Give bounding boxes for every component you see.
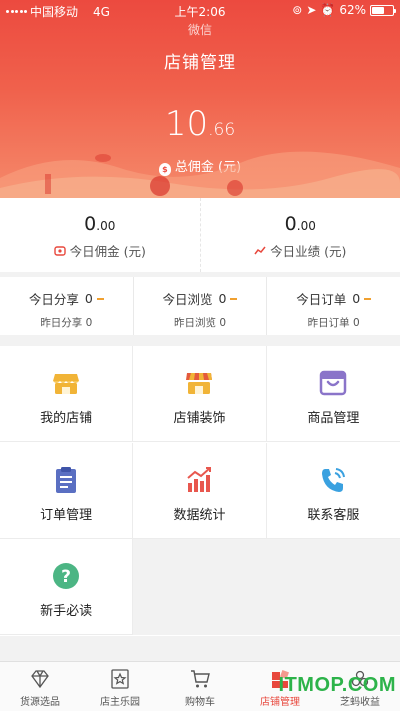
battery-percent: 62%	[339, 3, 366, 17]
menu-contact-support-label: 联系客服	[307, 507, 360, 523]
menu-contact-support[interactable]: 联系客服	[266, 442, 400, 539]
page-title: 店铺管理	[164, 53, 236, 73]
today-commission-dec: .00	[96, 219, 116, 233]
app-name: 微信	[187, 23, 212, 37]
store-decor-icon	[186, 373, 213, 394]
menu-store-decoration-label: 店铺装饰	[173, 411, 226, 426]
today-performance-value: 0.00	[201, 213, 400, 235]
today-commission-label-text: 今日佣金 (元)	[69, 244, 146, 259]
menu-data-statistics-label: 数据统计	[173, 507, 226, 523]
menu-my-store-label: 我的店铺	[40, 411, 93, 426]
cart-icon	[191, 670, 210, 688]
trend-dash-icon	[96, 297, 104, 300]
metric-views-label: 今日浏览	[162, 292, 213, 307]
star-badge-icon	[111, 669, 129, 689]
metric-orders-main: 今日订单 0	[267, 289, 400, 308]
help-icon: ?	[53, 563, 80, 590]
svg-text:?: ?	[61, 567, 71, 587]
clipboard-icon	[56, 466, 77, 493]
daily-metrics: 今日分享 0 昨日分享 0 今日浏览 0 昨日浏览 0 今日订单 0 昨日订单 0	[0, 277, 400, 335]
menu-goods-management[interactable]: 商品管理	[266, 346, 400, 442]
menu-order-management-label: 订单管理	[40, 507, 93, 523]
metric-views-main: 今日浏览 0	[134, 289, 267, 308]
metric-orders-value: 0	[352, 291, 361, 306]
menu-data-statistics[interactable]: 数据统计	[133, 442, 267, 539]
phone-icon	[322, 467, 346, 492]
diamond-icon	[31, 670, 49, 689]
metric-views[interactable]: 今日浏览 0 昨日浏览 0	[132, 277, 267, 335]
tab-cart-label: 购物车	[185, 697, 215, 708]
metric-views-yesterday: 昨日浏览 0	[173, 317, 227, 329]
today-summary: 0.00 今日佣金 (元) 0.00 今日业绩 (元)	[0, 198, 400, 272]
landscape-decoration	[0, 151, 400, 198]
store-icon	[53, 374, 80, 394]
today-commission-value: 0.00	[0, 213, 200, 235]
trend-dash-icon	[364, 297, 372, 300]
metric-share-value: 0	[84, 291, 93, 306]
rotation-lock-icon: ⊚	[292, 3, 303, 17]
menu-order-management[interactable]: 订单管理	[0, 442, 134, 539]
metric-share-label: 今日分享	[28, 292, 79, 307]
today-performance-label-text: 今日业绩 (元)	[270, 244, 347, 259]
metric-orders-yesterday: 昨日订单 0	[307, 317, 360, 329]
metric-share-main: 今日分享 0	[0, 289, 133, 308]
tab-source-products[interactable]: 货源选品	[0, 662, 80, 711]
alarm-icon: ⏰	[320, 3, 336, 17]
bottom-tab-bar: 货源选品 店主乐园 购物车 店铺管理 芝蚂收益 ITMOP.COM	[0, 661, 400, 711]
today-performance-dec: .00	[296, 219, 316, 233]
menu-goods-management-label: 商品管理	[307, 411, 360, 426]
today-commission-label: 今日佣金 (元)	[0, 241, 200, 260]
tab-owner-park[interactable]: 店主乐园	[80, 662, 160, 711]
metric-orders-label: 今日订单	[296, 292, 347, 307]
location-icon: ➤	[306, 3, 317, 17]
menu-empty-slot	[133, 539, 400, 636]
tab-source-products-label: 货源选品	[20, 697, 60, 708]
status-bar: 中国移动 4G 上午2:06 ⊚ ➤ ⏰ 62%	[0, 0, 400, 20]
function-menu: 我的店铺 店铺装饰 商品管理 订单管理 数据统计 联系客服 ? 新手必读	[0, 346, 400, 636]
trend-dash-icon	[230, 297, 238, 300]
today-performance-label: 今日业绩 (元)	[201, 241, 400, 260]
tab-owner-park-label: 店主乐园	[100, 697, 140, 708]
metric-orders[interactable]: 今日订单 0 昨日订单 0	[266, 277, 400, 335]
menu-store-decoration[interactable]: 店铺装饰	[133, 346, 267, 442]
total-commission-dec: .66	[208, 120, 236, 140]
menu-beginner-guide-label: 新手必读	[40, 604, 93, 620]
menu-my-store[interactable]: 我的店铺	[0, 346, 134, 442]
coin-icon	[53, 245, 66, 256]
today-commission-int: 0	[84, 213, 97, 235]
trend-icon	[254, 246, 266, 254]
tab-cart[interactable]: 购物车	[160, 662, 240, 711]
watermark: ITMOP.COM	[278, 674, 396, 696]
metric-share[interactable]: 今日分享 0 昨日分享 0	[0, 277, 133, 335]
battery-icon	[370, 4, 396, 16]
menu-beginner-guide[interactable]: ? 新手必读	[0, 539, 134, 636]
header-banner: 中国移动 4G 上午2:06 ⊚ ➤ ⏰ 62% 微信 店铺管理 10.66 $…	[0, 0, 400, 198]
bar-chart-icon	[187, 466, 212, 492]
metric-views-value: 0	[218, 291, 227, 306]
goods-box-icon	[320, 370, 347, 396]
today-commission[interactable]: 0.00 今日佣金 (元)	[0, 198, 200, 272]
today-performance-int: 0	[284, 213, 297, 235]
today-performance[interactable]: 0.00 今日业绩 (元)	[199, 198, 400, 272]
metric-share-yesterday: 昨日分享 0	[40, 317, 93, 329]
